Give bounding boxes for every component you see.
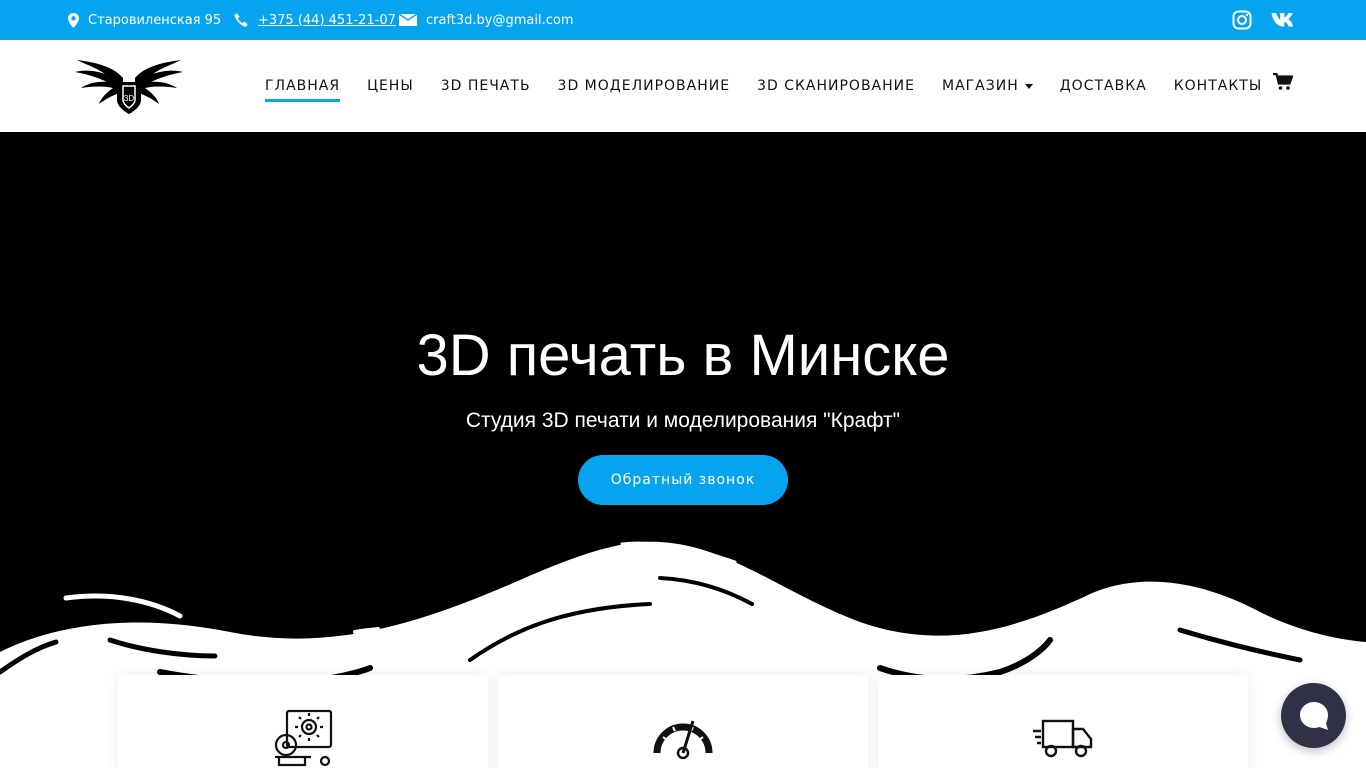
map-marker-icon — [68, 12, 79, 28]
nav-item-3d-modeling[interactable]: 3D моделирование — [558, 78, 731, 94]
callback-button[interactable]: Обратный звонок — [578, 455, 788, 505]
phone-icon — [234, 13, 248, 27]
phone-link[interactable]: +375 (44) 451-21-07 — [258, 13, 396, 28]
feature-card-delivery — [878, 675, 1248, 768]
feature-card-printing — [118, 675, 488, 768]
feature-card-speed — [498, 675, 868, 768]
instagram-icon — [1232, 10, 1252, 30]
nav-label: 3D моделирование — [557, 78, 731, 94]
winged-shield-logo-icon: 3D — [75, 60, 183, 114]
phone-info: +375 (44) 451-21-07 — [234, 0, 396, 40]
email-text[interactable]: craft3d.by@gmail.com — [426, 13, 574, 28]
top-info-bar: Старовиленская 95 +375 (44) 451-21-07 cr… — [0, 0, 1366, 40]
nav-label: 3D сканирование — [757, 78, 915, 94]
chat-widget-button[interactable] — [1281, 683, 1346, 748]
nav-item-3d-print[interactable]: 3D печать — [441, 78, 531, 94]
vk-icon — [1271, 13, 1294, 27]
hero-subtitle: Студия 3D печати и моделирования "Крафт" — [465, 409, 901, 432]
nav-label: Главная — [265, 78, 341, 94]
nav-item-home[interactable]: Главная — [265, 78, 341, 102]
printer-gear-icon — [274, 709, 333, 767]
caret-down-icon — [1024, 83, 1033, 89]
address-text: Старовиленская 95 — [88, 12, 222, 28]
nav-item-3d-scanning[interactable]: 3D сканирование — [757, 78, 915, 94]
chat-bubble-icon — [1299, 701, 1328, 730]
nav-item-shop[interactable]: Магазин — [942, 78, 1033, 94]
nav-label: Магазин — [941, 78, 1019, 94]
nav-label: 3D печать — [440, 78, 531, 94]
delivery-truck-icon — [1033, 719, 1093, 758]
logo[interactable]: 3D — [73, 56, 185, 116]
instagram-link[interactable] — [1232, 0, 1252, 40]
nav-label: Цены — [367, 78, 414, 94]
nav-label: Контакты — [1173, 78, 1263, 94]
address-info: Старовиленская 95 — [68, 0, 221, 40]
nav-label: Доставка — [1059, 78, 1147, 94]
envelope-icon — [399, 13, 417, 26]
hero-title: 3D печать в Минске — [416, 323, 950, 388]
email-info: craft3d.by@gmail.com — [399, 0, 574, 40]
main-nav: Главная Цены 3D печать 3D моделирование … — [265, 40, 1289, 132]
vk-link[interactable] — [1271, 0, 1297, 40]
nav-item-contacts[interactable]: Контакты — [1174, 78, 1262, 94]
cart-button[interactable] — [1273, 72, 1294, 96]
hero-section: 3D печать в Минске Студия 3D печати и мо… — [0, 132, 1366, 768]
site-header: 3D Главная Цены 3D печать 3D моделирован… — [0, 40, 1366, 132]
speedometer-icon — [653, 720, 713, 760]
nav-item-prices[interactable]: Цены — [367, 78, 414, 94]
svg-text:3D: 3D — [124, 94, 134, 103]
shopping-cart-icon — [1273, 72, 1294, 90]
nav-item-delivery[interactable]: Доставка — [1060, 78, 1147, 94]
